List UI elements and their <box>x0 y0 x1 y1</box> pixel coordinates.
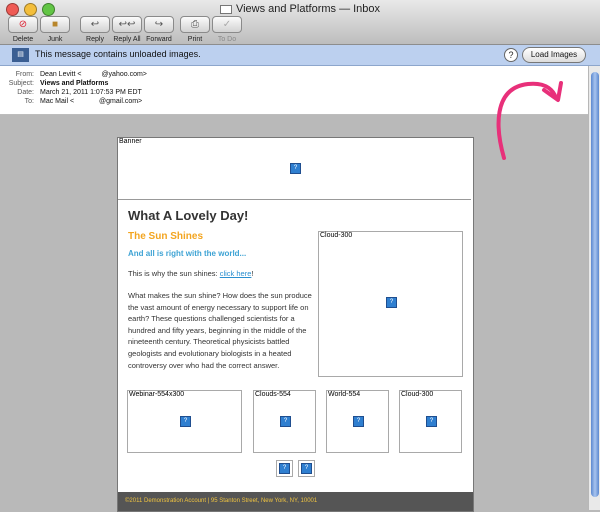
junk-icon: ■ <box>40 16 70 33</box>
reply-button[interactable]: ↩ Reply <box>77 16 113 43</box>
missing-image-icon: ? <box>386 297 397 308</box>
email-headline: What A Lovely Day! <box>128 208 249 223</box>
missing-image-icon: ? <box>290 163 301 174</box>
email-body-text: What makes the sun shine? How does the s… <box>128 291 312 370</box>
todo-button[interactable]: ✓ To Do <box>209 16 245 43</box>
print-button[interactable]: ⎙ Print <box>177 16 213 43</box>
forward-button[interactable]: ↪ Forward <box>141 16 177 43</box>
todo-icon: ✓ <box>212 16 242 33</box>
missing-image-icon: ? <box>280 416 291 427</box>
delete-button[interactable]: ⊘ Delete <box>5 16 41 43</box>
junk-button[interactable]: ■ Junk <box>37 16 73 43</box>
to-value[interactable]: Mac Mail < @gmail.com> <box>40 98 142 105</box>
date-value: March 21, 2011 1:07:53 PM EDT <box>40 89 142 96</box>
webinar-image-placeholder: Webinar-554x300 ? <box>127 390 242 453</box>
message-body-area: Banner ? What A Lovely Day! The Sun Shin… <box>0 115 588 512</box>
missing-image-icon: ? <box>426 416 437 427</box>
missing-image-icon: ? <box>353 416 364 427</box>
print-icon: ⎙ <box>180 16 210 33</box>
scrollbar-thumb[interactable] <box>591 72 599 497</box>
cloud-300-image-placeholder: Cloud-300 ? <box>399 390 462 453</box>
email-link-line: This is why the sun shines: click here! <box>128 269 254 278</box>
social-icon-placeholder[interactable]: ? <box>276 460 293 477</box>
subject-value: Views and Platforms <box>40 80 109 87</box>
clouds-image-placeholder: Clouds-554 ? <box>253 390 316 453</box>
banner-image-placeholder: Banner ? <box>118 138 471 200</box>
window-title: Views and Platforms — Inbox <box>0 3 600 15</box>
unloaded-image-icon: ▤ <box>12 48 29 62</box>
email-tagline: And all is right with the world... <box>128 249 247 258</box>
email-footer: ©2011 Demonstration Account | 95 Stanton… <box>118 492 473 511</box>
missing-image-icon: ? <box>279 463 290 474</box>
forward-icon: ↪ <box>144 16 174 33</box>
click-here-link[interactable]: click here <box>220 269 252 278</box>
delete-icon: ⊘ <box>8 16 38 33</box>
envelope-icon <box>219 4 232 14</box>
from-value[interactable]: Dean Levitt < @yahoo.com> <box>40 71 147 78</box>
email-content: Banner ? What A Lovely Day! The Sun Shin… <box>117 137 474 512</box>
reply-all-icon: ↩↩ <box>112 16 142 33</box>
missing-image-icon: ? <box>301 463 312 474</box>
annotation-arrow-icon <box>496 81 563 160</box>
reply-all-button[interactable]: ↩↩ Reply All <box>109 16 145 43</box>
window-titlebar: Views and Platforms — Inbox ⊘ Delete ■ Jun… <box>0 0 600 45</box>
cloud-image-placeholder: Cloud-300 ? <box>318 231 463 377</box>
world-image-placeholder: World-554 ? <box>326 390 389 453</box>
email-subhead: The Sun Shines <box>128 231 204 242</box>
missing-image-icon: ? <box>180 416 191 427</box>
social-icon-placeholder[interactable]: ? <box>298 460 315 477</box>
reply-icon: ↩ <box>80 16 110 33</box>
notice-text: This message contains unloaded images. <box>35 49 201 59</box>
